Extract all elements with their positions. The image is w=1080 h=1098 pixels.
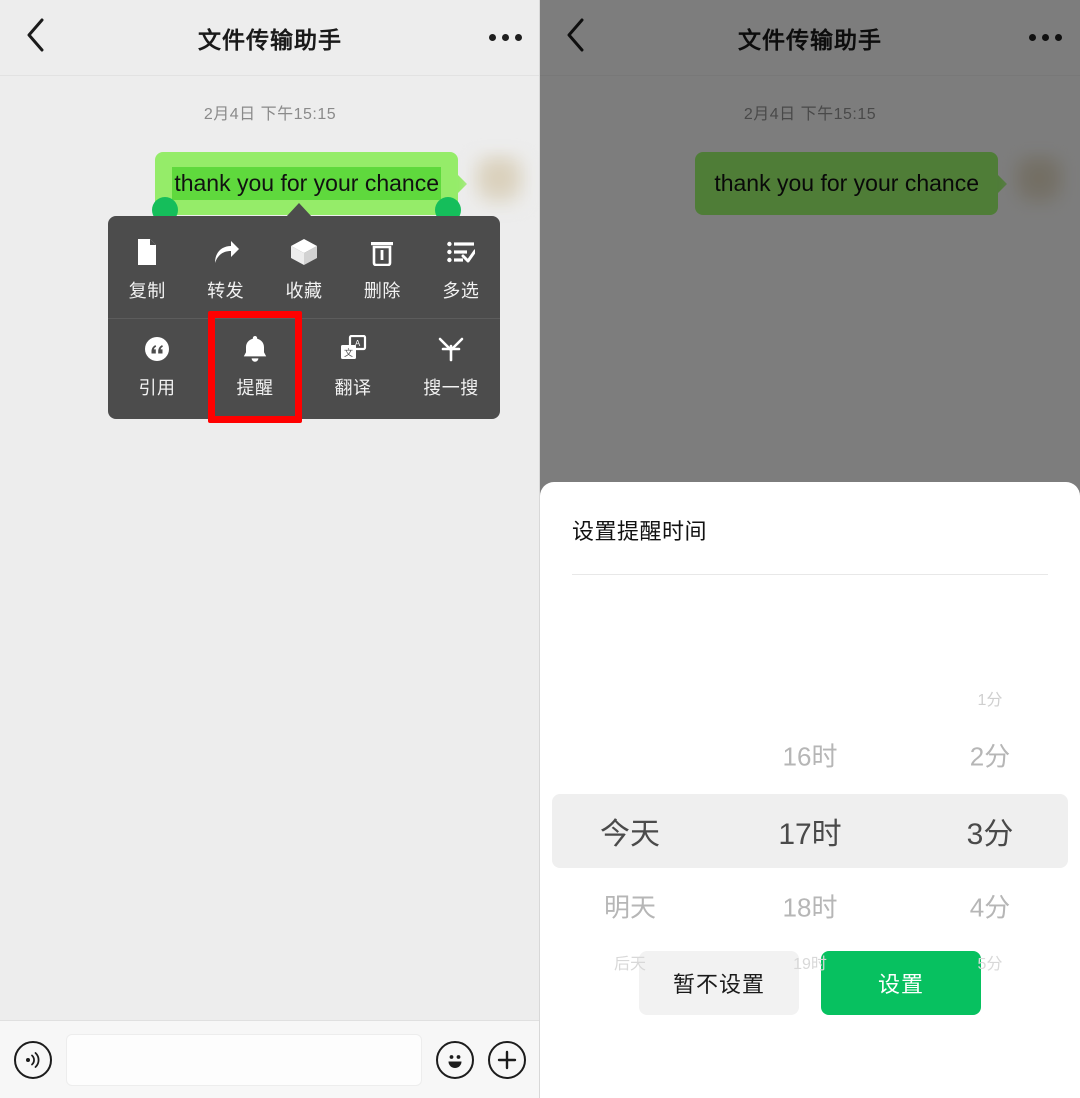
context-menu-label: 搜一搜: [423, 378, 479, 398]
picker-option[interactable]: 1分: [900, 686, 1080, 710]
context-menu-label: 提醒: [236, 378, 274, 398]
picker-option[interactable]: 19时: [720, 950, 900, 974]
context-menu-label: 翻译: [334, 378, 372, 398]
more-options-button[interactable]: [470, 0, 539, 76]
context-menu-label: 多选: [442, 281, 480, 301]
picker-option-selected[interactable]: 今天: [540, 809, 720, 853]
picker-option[interactable]: 明天: [540, 888, 720, 925]
context-menu-item-delete[interactable]: 删除: [343, 222, 421, 318]
context-menu: 复制 转发 收藏 删除 多选 引用 提醒 A 文 翻译 搜一搜: [108, 216, 500, 423]
message-timestamp: 2月4日 下午15:15: [203, 106, 337, 123]
search-star-icon: [436, 334, 466, 364]
back-button[interactable]: [0, 0, 70, 76]
sheet-title: 设置提醒时间: [572, 519, 708, 544]
picker-option[interactable]: 18时: [720, 888, 900, 925]
context-menu-item-favorite[interactable]: 收藏: [265, 222, 343, 318]
page-title: 文件传输助手: [198, 26, 342, 53]
document-icon: [132, 237, 162, 267]
picker-option[interactable]: 2分: [900, 737, 1080, 774]
bell-icon: [240, 334, 270, 364]
translate-icon: A 文: [338, 334, 368, 364]
right-phone-panel: 文件传输助手 2月4日 下午15:15 thank you for your c…: [540, 0, 1080, 1098]
picker-column-day[interactable]: 今天 明天 后天: [540, 581, 720, 973]
context-menu-item-quote[interactable]: 引用: [108, 319, 206, 415]
context-menu-item-search[interactable]: 搜一搜: [402, 319, 500, 415]
smiley-icon[interactable]: [436, 1040, 474, 1079]
avatar: [470, 152, 528, 210]
forward-arrow-icon: [211, 237, 241, 267]
message-text-input[interactable]: [66, 1033, 422, 1086]
voice-wave-icon[interactable]: [14, 1040, 52, 1079]
left-phone-panel: 文件传输助手 2月4日 下午15:15 thank you for your c…: [0, 0, 540, 1098]
trash-icon: [367, 237, 397, 267]
context-menu-item-forward[interactable]: 转发: [186, 222, 264, 318]
context-menu-label: 复制: [128, 281, 166, 301]
picker-column-hour[interactable]: 16时 17时 18时 19时: [720, 581, 900, 974]
context-menu-row-1: 复制 转发 收藏 删除 多选: [108, 222, 500, 319]
quote-icon: [142, 334, 172, 364]
picker-option-selected[interactable]: 17时: [720, 809, 900, 853]
message-input-bar: [0, 1020, 539, 1098]
context-menu-label: 引用: [138, 378, 176, 398]
box-icon: [289, 237, 319, 267]
time-picker[interactable]: 今天 明天 后天 16时 17时 18时 19时 1分 2分 3分 4分 5分: [540, 581, 1080, 974]
context-menu-label: 删除: [363, 281, 401, 301]
context-menu-item-copy[interactable]: 复制: [108, 222, 186, 318]
message-row: thank you for your chance: [0, 152, 539, 223]
picker-option-selected[interactable]: 3分: [900, 809, 1080, 853]
context-menu-item-multiselect[interactable]: 多选: [422, 222, 500, 318]
more-dots-icon: [488, 34, 522, 41]
picker-column-minute[interactable]: 1分 2分 3分 4分 5分: [900, 581, 1080, 973]
context-menu-item-remind[interactable]: 提醒: [206, 311, 304, 423]
chevron-left-icon: [25, 18, 45, 57]
message-text: thank you for your chance: [174, 169, 439, 198]
context-menu-row-2: 引用 提醒 A 文 翻译 搜一搜: [108, 311, 500, 423]
list-check-icon: [446, 237, 476, 267]
plus-icon[interactable]: [488, 1040, 526, 1079]
reminder-time-sheet: 设置提醒时间 今天 明天 后天 16时 17时 18时 19时 1分 2分 3分…: [540, 482, 1080, 1098]
picker-option[interactable]: 4分: [900, 888, 1080, 925]
picker-option[interactable]: 16时: [720, 737, 900, 774]
context-menu-caret: [286, 203, 312, 217]
sheet-divider: [572, 574, 1048, 575]
picker-option[interactable]: 后天: [540, 950, 720, 974]
context-menu-label: 转发: [207, 281, 245, 301]
nav-bar-left: 文件传输助手: [0, 0, 539, 76]
screenshot-stage: 文件传输助手 2月4日 下午15:15 thank you for your c…: [0, 0, 1080, 1098]
context-menu-label: 收藏: [285, 281, 323, 301]
svg-text:文: 文: [344, 347, 353, 359]
context-menu-item-translate[interactable]: A 文 翻译: [304, 319, 402, 415]
picker-option[interactable]: 5分: [900, 950, 1080, 974]
